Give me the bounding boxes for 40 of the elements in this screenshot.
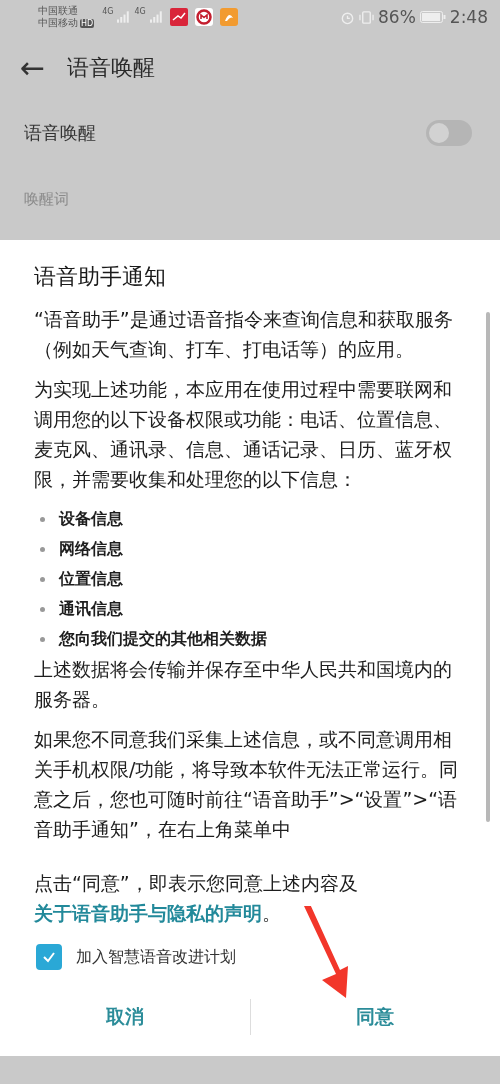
dialog-button[interactable]: 同意	[250, 992, 500, 1042]
network-type: 4G	[134, 7, 146, 16]
setting-label: 语音唤醒	[24, 121, 96, 145]
paragraph: 上述数据将会传输并保存至中华人民共和国境内的服务器。	[34, 657, 453, 712]
list-item: 设备信息	[59, 508, 123, 530]
bullet-dot	[40, 546, 45, 552]
paragraph: 为实现上述功能，本应用在使用过程中需要联网和调用您的以下设备权限或功能：电话、位置信息、麦克风、通讯录、信息、通话记录、日历、蓝牙权限，并需要收集和处理您的以下信息：	[34, 377, 453, 492]
checkbox[interactable]	[36, 944, 62, 970]
carrier-name: 中国联通	[38, 5, 79, 17]
consent-text: 点击“同意”，即表示您同意上述内容及 关于语音助手与隐私的声明。	[33, 871, 359, 926]
bullet-dot	[40, 516, 45, 522]
section-label: 唤醒词	[23, 189, 70, 209]
dialog-button[interactable]: 取消	[0, 992, 250, 1042]
network-type: 4G	[102, 7, 114, 16]
privacy-link[interactable]: 关于语音助手与隐私的声明	[34, 902, 262, 924]
list-item: 位置信息	[59, 568, 123, 590]
battery-percent: 86%	[378, 7, 416, 27]
toggle-switch[interactable]	[426, 120, 472, 146]
signal-icon	[149, 11, 163, 23]
bullet-dot	[40, 576, 45, 582]
bullet-dot	[40, 636, 45, 642]
page-title: 语音唤醒	[67, 54, 156, 82]
list-item: 网络信息	[59, 538, 123, 560]
checkbox-label: 加入智慧语音改进计划	[76, 946, 236, 968]
back-button[interactable]: ←	[20, 53, 46, 83]
clock: 2:48	[449, 7, 488, 27]
list-item: 您向我们提交的其他相关数据	[59, 628, 267, 650]
bullet-dot	[40, 606, 45, 612]
app-icon	[219, 8, 238, 26]
carrier-name: 中国移动	[38, 17, 78, 29]
app-icon	[169, 8, 188, 26]
vibrate-icon	[359, 9, 374, 25]
battery-icon	[419, 11, 446, 23]
paragraph: 如果您不同意我们采集上述信息，或不同意调用相关手机权限/功能，将导致本软件无法正常运行。同意之后，您也可随时前往“语音助手”>“设置”>“语音助手通知”，在右上角菜单中	[34, 727, 460, 842]
hd-badge: HD	[80, 18, 95, 28]
list-item: 通讯信息	[59, 598, 123, 620]
paragraph: “语音助手”是通过语音指令来查询信息和获取服务（例如天气查询、打车、打电话等）的应用。	[34, 307, 454, 362]
dialog-title: 语音助手通知	[33, 263, 167, 291]
app-icon	[194, 8, 213, 26]
signal-icon	[117, 11, 131, 23]
